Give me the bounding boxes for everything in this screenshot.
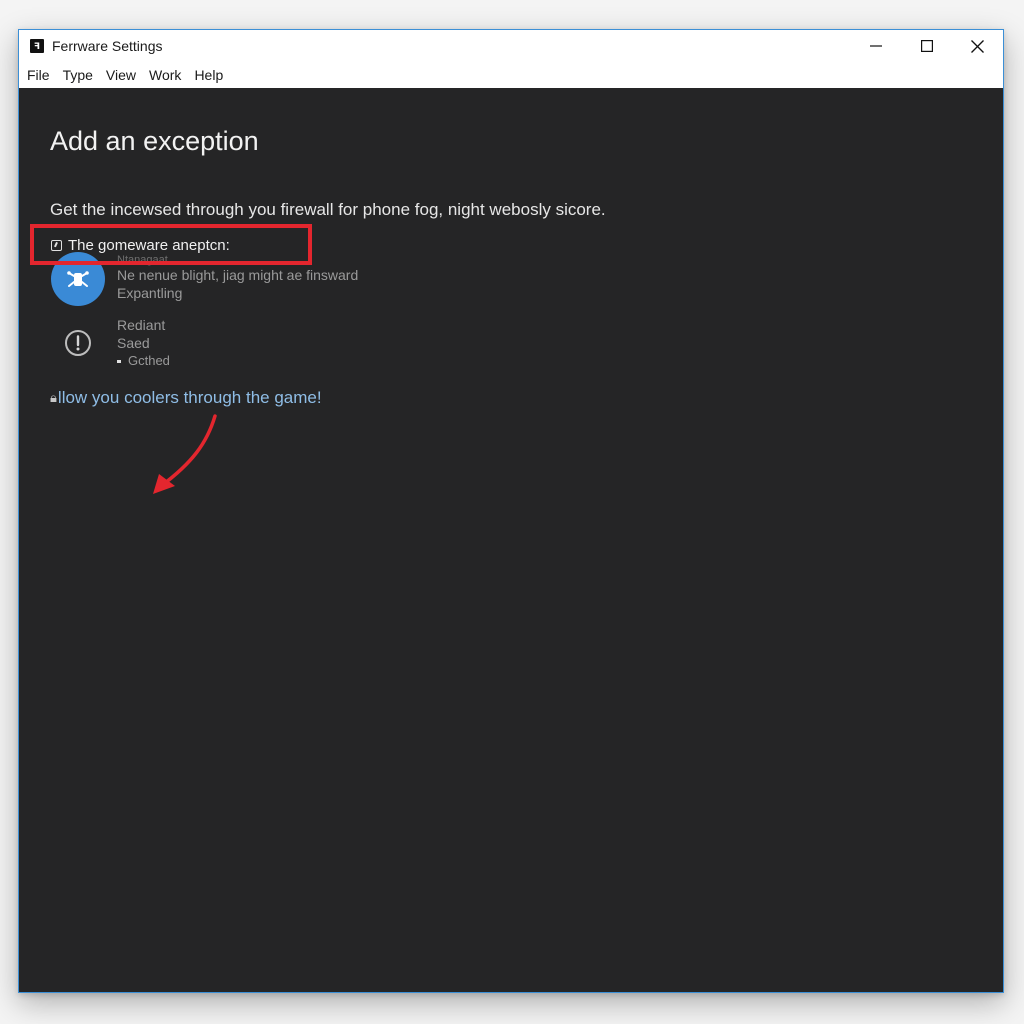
app-icon: ꟻ [30, 39, 44, 53]
title-bar[interactable]: ꟻ Ferrware Settings [19, 30, 1003, 62]
lock-icon: 🔒︎ [50, 390, 57, 405]
close-button[interactable] [952, 30, 1003, 62]
item-line-1: Ne nenue blight, jiag mіght ae finsward [117, 267, 359, 283]
menu-work[interactable]: Work [144, 65, 186, 85]
status-line-3-text: Gcthed [128, 353, 170, 368]
page-title: Add an exception [50, 126, 259, 156]
minimize-icon [869, 45, 882, 47]
status-item[interactable]: Rediant Saed Gcthed [51, 316, 170, 370]
arrow-annotation [153, 414, 217, 494]
window-title: Ferrware Settings [52, 38, 163, 54]
maximize-icon [920, 40, 933, 52]
checkbox-icon[interactable] [51, 240, 62, 251]
status-line-3: Gcthed [117, 352, 170, 370]
alert-circle-icon [51, 316, 105, 370]
close-icon [971, 39, 984, 53]
status-line-2: Saed [117, 335, 150, 351]
status-line-1: Rediant [117, 317, 166, 333]
exception-checkbox-row[interactable]: The gomeware aneptcn: [51, 237, 230, 254]
window-controls [850, 30, 1003, 62]
menu-view[interactable]: View [101, 65, 141, 85]
allow-through-link[interactable]: 🔒︎ llow you coolers through the game! [50, 388, 322, 408]
item-line-2: Expantling [117, 285, 183, 301]
menu-help[interactable]: Help [189, 65, 228, 85]
allow-link-text: llow you coolers through the game! [57, 388, 322, 407]
exception-label: The gomeware aneptcn: [68, 237, 230, 254]
content-pane: Add an exception Get the incewsed throug… [19, 88, 1003, 992]
settings-window: ꟻ Ferrware Settings File Type View Work … [18, 29, 1004, 993]
menu-bar: File Type View Work Help [19, 62, 1003, 88]
minimize-button[interactable] [850, 30, 901, 62]
maximize-button[interactable] [901, 30, 952, 62]
description-text: Get the incewsed through you firewall fo… [50, 200, 606, 219]
menu-type[interactable]: Type [58, 65, 98, 85]
bullet-icon [117, 359, 121, 363]
menu-file[interactable]: File [22, 65, 55, 85]
